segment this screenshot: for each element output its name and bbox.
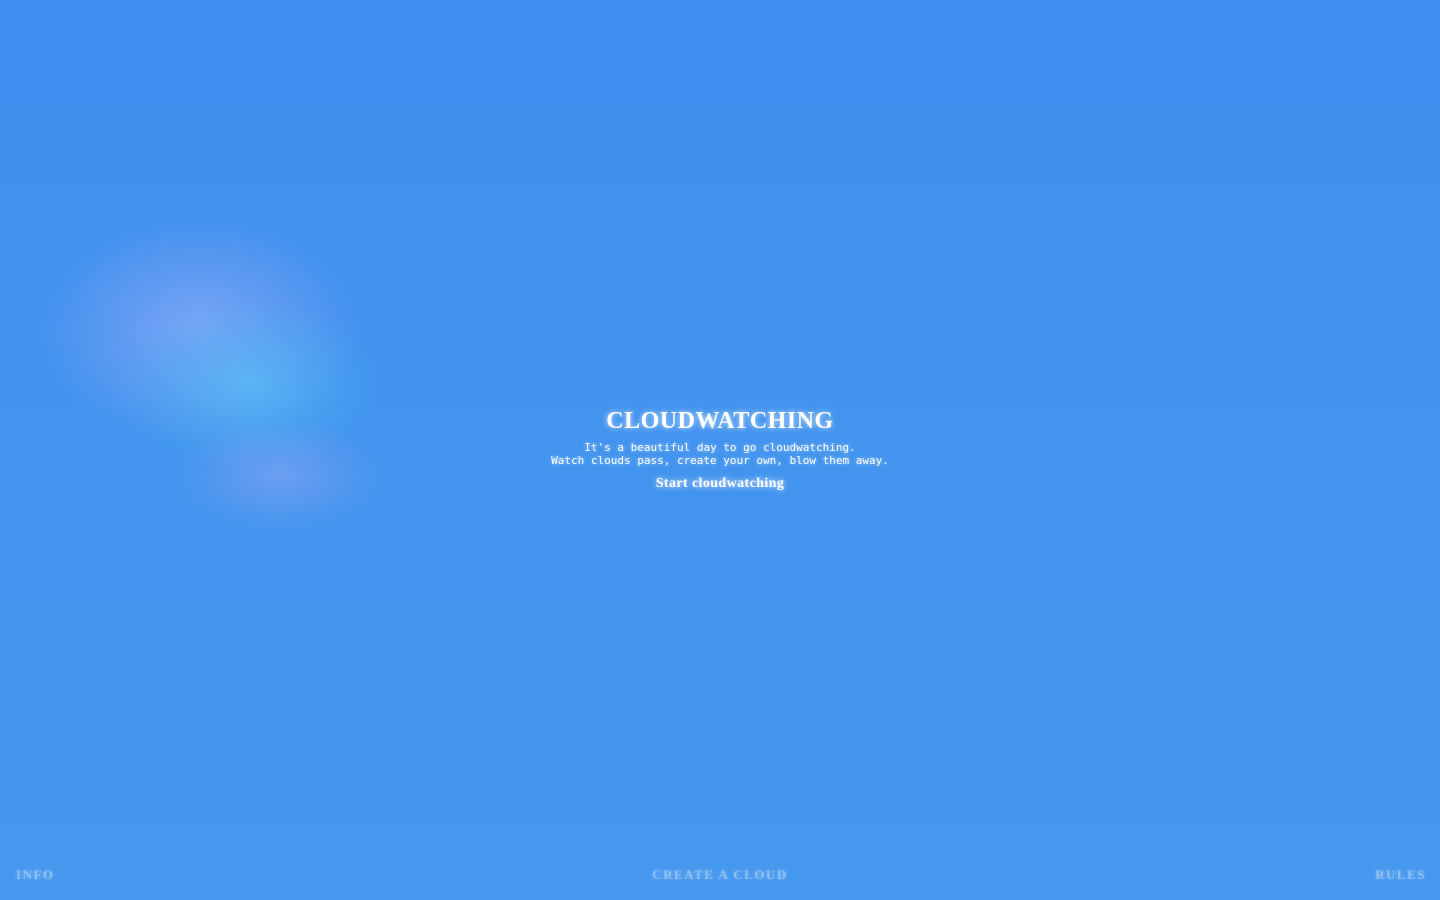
create-cloud-link[interactable]: CREATE A CLOUD (0, 867, 1440, 883)
rules-link[interactable]: RULES (1375, 867, 1426, 883)
tagline-line-1: It's a beautiful day to go cloudwatching… (584, 441, 856, 454)
tagline: It's a beautiful day to go cloudwatching… (0, 441, 1440, 467)
tagline-line-2: Watch clouds pass, create your own, blow… (551, 454, 889, 467)
start-cloudwatching-button[interactable]: Start cloudwatching (656, 476, 785, 492)
page-title: CLOUDWATCHING (606, 408, 834, 434)
intro-panel: CLOUDWATCHING It's a beautiful day to go… (0, 405, 1440, 492)
